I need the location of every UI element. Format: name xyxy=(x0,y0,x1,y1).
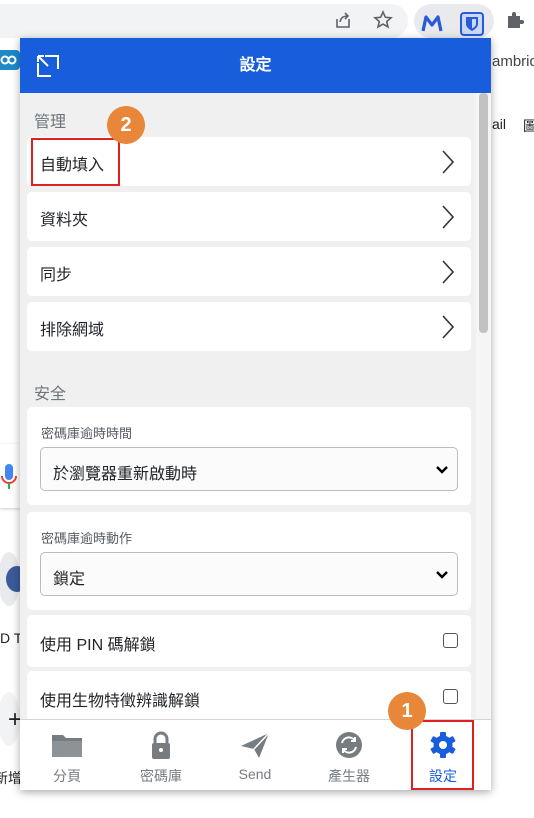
bg-add-shortcut-tile: + xyxy=(0,692,22,746)
vault-timeout-value: 於瀏覽器重新啟動時 xyxy=(53,466,198,483)
folder-icon xyxy=(52,735,82,757)
vault-timeout-action-value: 鎖定 xyxy=(53,571,86,588)
share-icon[interactable] xyxy=(333,10,353,30)
vault-timeout-action-select[interactable]: 鎖定 xyxy=(40,552,458,596)
bg-mail-text: ail xyxy=(492,116,507,132)
mic-icon xyxy=(1,464,17,489)
extensions-group xyxy=(414,4,494,38)
settings-item-folders[interactable]: 資料夾 xyxy=(27,192,471,241)
section-heading-security: 安全 xyxy=(34,386,67,403)
chevron-right-icon xyxy=(442,315,455,339)
settings-item-sync[interactable]: 同步 xyxy=(27,247,471,296)
tab-vault[interactable]: 密碼庫 xyxy=(114,720,208,790)
tab-tabs[interactable]: 分頁 xyxy=(20,720,114,790)
tab-label: 密碼庫 xyxy=(140,768,182,784)
chevron-right-icon xyxy=(442,260,455,284)
bg-grid-glyph: 圖 xyxy=(523,118,534,134)
popout-icon[interactable] xyxy=(35,53,61,79)
browser-toolbar xyxy=(0,0,534,40)
step-badge-2: 2 xyxy=(107,106,145,144)
extension-m-icon[interactable] xyxy=(420,12,444,36)
step-badge-1: 1 xyxy=(388,692,426,730)
bg-shortcut-tile xyxy=(0,552,28,606)
vault-timeout-label: 密碼庫逾時時間 xyxy=(41,426,133,441)
settings-item-label: 同步 xyxy=(40,267,73,284)
bookmark-text: ambrid xyxy=(492,53,534,70)
vault-timeout-action-card: 密碼庫逾時動作 鎖定 xyxy=(27,512,471,610)
bookmark-star-icon[interactable] xyxy=(373,10,393,30)
puzzle-extensions-icon[interactable] xyxy=(504,9,526,31)
highlight-settings-tab xyxy=(411,720,474,790)
chevron-down-icon xyxy=(436,466,448,474)
bitwarden-extension-icon[interactable] xyxy=(460,12,484,36)
settings-item-excluded-domains[interactable]: 排除網域 xyxy=(27,302,471,351)
biometric-unlock-checkbox[interactable] xyxy=(443,689,458,704)
screen: ambrid ail 圖 D T + 新增 設定 管理 自動填入 資料夾 同步 … xyxy=(0,0,534,818)
popup-header: 設定 xyxy=(20,38,491,93)
biometric-unlock-label: 使用生物特徵辨識解鎖 xyxy=(40,693,201,710)
tab-send[interactable]: Send xyxy=(208,720,302,790)
bg-add-label: 新增 xyxy=(0,770,22,786)
generator-icon xyxy=(336,732,362,758)
chevron-right-icon xyxy=(442,205,455,229)
vault-timeout-card: 密碼庫逾時時間 於瀏覽器重新啟動時 xyxy=(27,407,471,505)
lock-icon xyxy=(152,731,170,759)
highlight-autofill xyxy=(31,138,120,186)
settings-item-label: 資料夾 xyxy=(40,212,89,229)
settings-item-label: 排除網域 xyxy=(40,322,105,339)
bookmark-favicon xyxy=(0,50,20,70)
chevron-down-icon xyxy=(436,571,448,579)
page-title: 設定 xyxy=(239,57,272,74)
section-heading-manage: 管理 xyxy=(34,114,67,131)
tab-label: Send xyxy=(238,766,272,782)
pin-unlock-label: 使用 PIN 碼解鎖 xyxy=(40,637,156,654)
scrollbar[interactable] xyxy=(476,93,491,719)
tab-label: 分頁 xyxy=(53,768,81,784)
tab-generator[interactable]: 產生器 xyxy=(302,720,396,790)
send-icon xyxy=(241,732,270,758)
settings-content[interactable]: 管理 自動填入 資料夾 同步 排除網域 安全 密碼庫逾時時間 於瀏覽器重新啟動時… xyxy=(20,93,491,719)
pin-unlock-checkbox[interactable] xyxy=(443,633,458,648)
vault-timeout-select[interactable]: 於瀏覽器重新啟動時 xyxy=(40,447,458,491)
pin-unlock-row[interactable]: 使用 PIN 碼解鎖 xyxy=(27,615,471,667)
bg-search-box xyxy=(0,444,20,508)
tab-label: 產生器 xyxy=(328,768,370,784)
bg-shortcut-label: D T xyxy=(0,630,23,646)
chevron-right-icon xyxy=(442,150,455,174)
vault-timeout-action-label: 密碼庫逾時動作 xyxy=(41,531,133,546)
scrollbar-thumb[interactable] xyxy=(479,93,488,333)
